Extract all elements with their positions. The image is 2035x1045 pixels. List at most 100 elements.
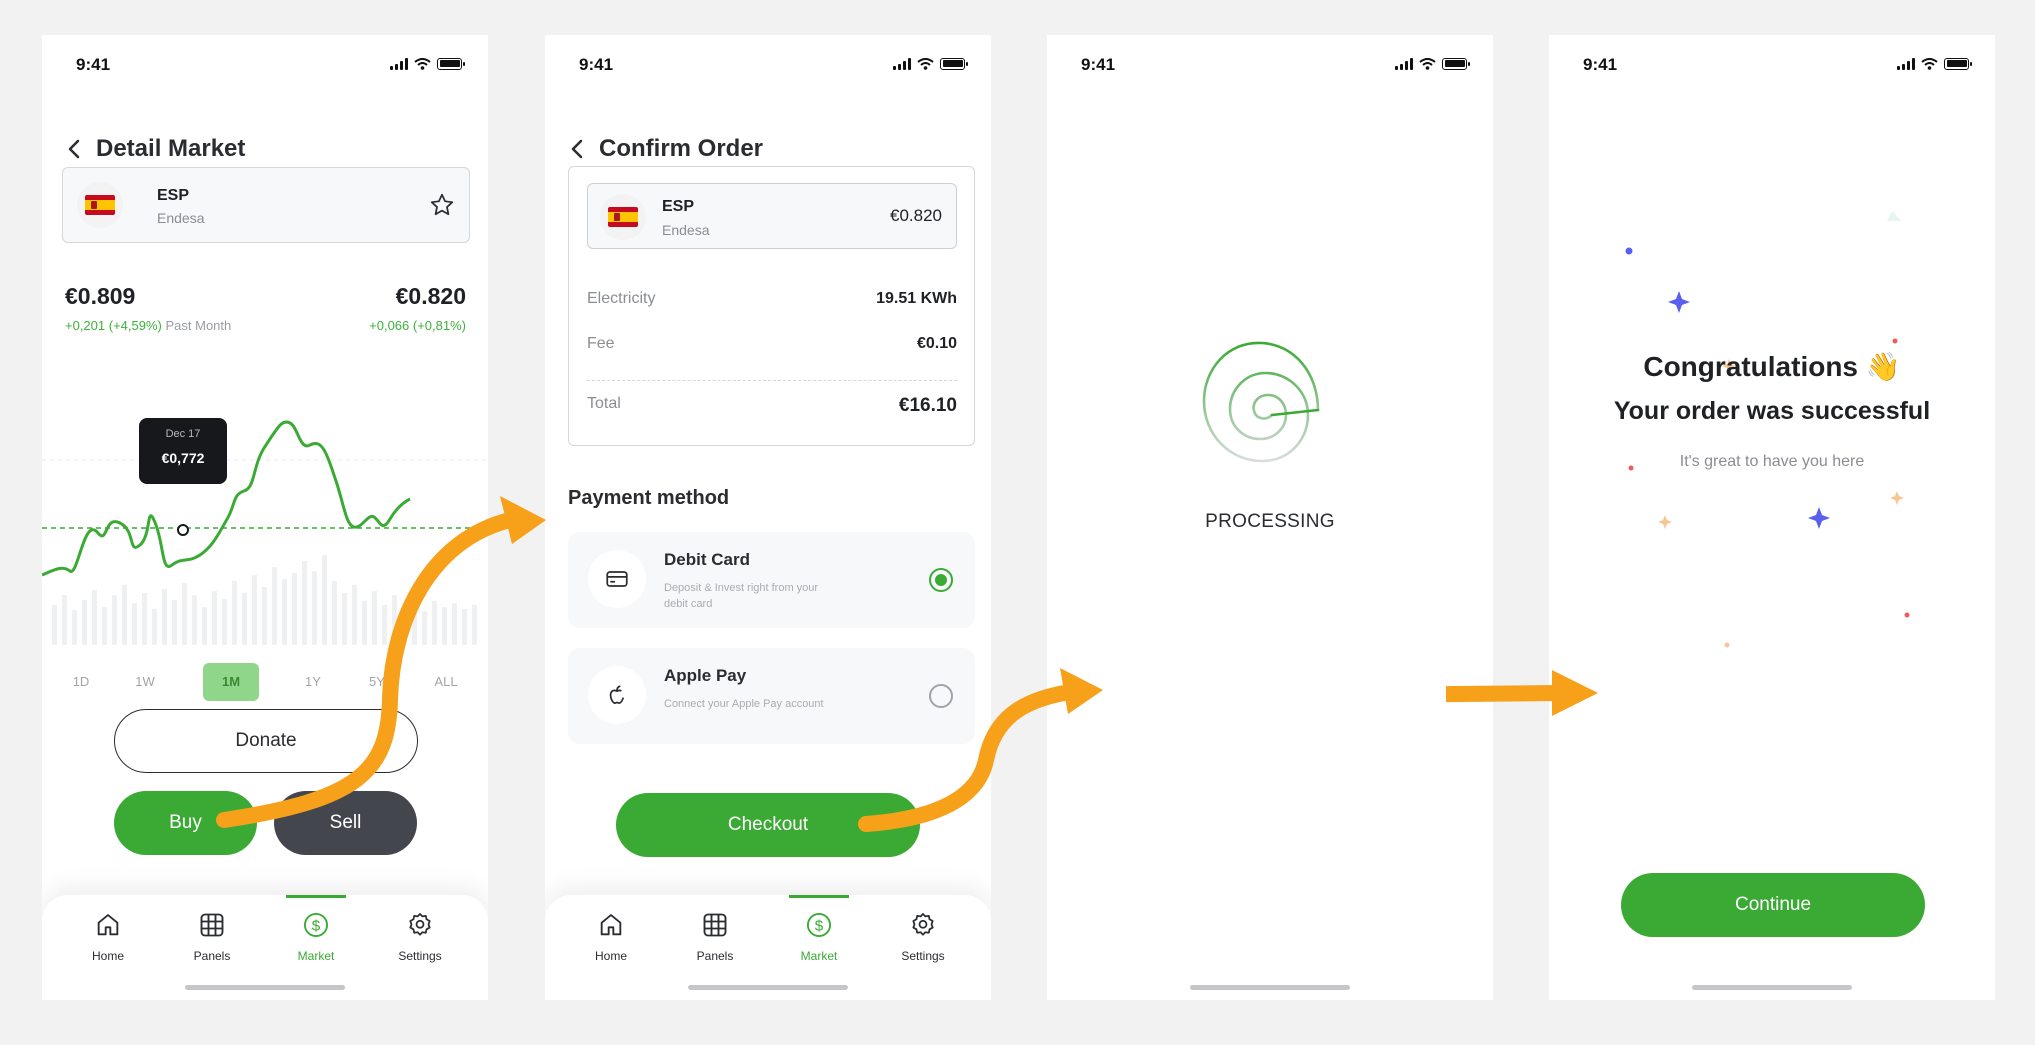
back-icon[interactable]	[571, 139, 585, 159]
status-time: 9:41	[1081, 55, 1116, 74]
home-icon	[97, 914, 119, 936]
tab-home[interactable]: Home	[56, 895, 160, 979]
price-chart[interactable]	[42, 395, 488, 655]
grid-icon	[703, 913, 727, 937]
asset-card[interactable]: ESP Endesa	[62, 167, 470, 243]
asset-price: €0.820	[890, 206, 942, 225]
buy-button[interactable]: Buy	[114, 791, 257, 855]
signal-icon	[1897, 57, 1915, 70]
payment-option-apple-pay[interactable]: Apple Pay Connect your Apple Pay account	[568, 648, 975, 744]
tab-home[interactable]: Home	[559, 895, 663, 979]
row-label: Total	[587, 395, 621, 412]
tab-label: Panels	[696, 949, 734, 963]
row-value: €0.10	[916, 335, 957, 352]
radio-selected[interactable]	[929, 568, 953, 592]
price-change-right: +0,066 (+0,81%)	[369, 318, 466, 333]
range-1m[interactable]: 1M	[203, 663, 259, 701]
payment-title: Debit Card	[664, 550, 750, 569]
range-5y[interactable]: 5Y	[369, 663, 385, 701]
success-subtitle: It's great to have you here	[1679, 453, 1865, 470]
status-bar: 9:41	[42, 53, 488, 79]
radio-unselected[interactable]	[929, 684, 953, 708]
tooltip-value: €0,772	[161, 450, 205, 466]
payment-option-debit-card[interactable]: Debit Card Deposit & Invest right from y…	[568, 532, 975, 628]
success-screen: 9:41 Congratulations 👋 Your order was su…	[1549, 35, 1995, 1000]
chart-marker	[177, 524, 189, 536]
wifi-icon	[917, 57, 934, 70]
svg-text:$: $	[312, 917, 321, 934]
battery-icon	[1442, 57, 1470, 70]
gear-icon	[409, 913, 431, 936]
grid-icon	[200, 913, 224, 937]
chart-tooltip: Dec 17 €0,772	[139, 418, 227, 484]
tab-label: Market	[800, 949, 838, 963]
range-1y[interactable]: 1Y	[305, 663, 321, 701]
card-icon	[606, 571, 628, 587]
order-row-electricity: Electricity 19.51 KWh	[587, 290, 957, 308]
processing-spinner-icon	[1202, 341, 1320, 463]
range-1d[interactable]: 1D	[73, 663, 90, 701]
payment-title: Apple Pay	[664, 666, 747, 685]
star-icon[interactable]	[429, 192, 455, 218]
spain-flag-icon	[77, 182, 123, 228]
wifi-icon	[414, 57, 431, 70]
home-indicator	[688, 985, 848, 990]
row-label: Fee	[587, 335, 615, 352]
status-time: 9:41	[579, 55, 614, 74]
page-header: Detail Market	[68, 135, 245, 163]
continue-button[interactable]: Continue	[1621, 873, 1925, 937]
tab-bar: Home Panels $ Market Settings	[42, 895, 488, 1000]
tab-settings[interactable]: Settings	[871, 895, 975, 979]
tab-market[interactable]: $ Market	[264, 895, 368, 979]
svg-text:$: $	[815, 917, 824, 934]
tab-market[interactable]: $ Market	[767, 895, 871, 979]
tab-panels[interactable]: Panels	[160, 895, 264, 979]
price-value-left: €0.809	[65, 283, 136, 309]
home-icon	[600, 914, 622, 936]
asset-code: ESP	[157, 187, 190, 204]
tooltip-date: Dec 17	[165, 428, 201, 440]
range-all[interactable]: ALL	[434, 663, 457, 701]
battery-icon	[437, 57, 465, 70]
processing-screen: 9:41 PROCESSING	[1047, 35, 1493, 1000]
divider	[587, 380, 957, 381]
donate-button[interactable]: Donate	[114, 709, 418, 773]
checkout-button[interactable]: Checkout	[616, 793, 920, 857]
back-icon[interactable]	[68, 139, 82, 159]
payment-desc: Connect your Apple Pay account	[664, 698, 824, 710]
price-period: Past Month	[165, 318, 232, 333]
battery-icon	[940, 57, 968, 70]
tab-panels[interactable]: Panels	[663, 895, 767, 979]
payment-desc: Deposit & Invest right from your debit c…	[664, 582, 819, 610]
row-value: €16.10	[898, 395, 957, 416]
asset-code: ESP	[662, 198, 695, 215]
page-header: Confirm Order	[571, 135, 763, 163]
signal-icon	[893, 57, 911, 70]
payment-method-title: Payment method	[568, 487, 730, 509]
confirm-order-screen: 9:41 Confirm Order ESP Endesa €0.820 Ele…	[545, 35, 991, 1000]
sell-button[interactable]: Sell	[274, 791, 417, 855]
order-row-fee: Fee €0.10	[587, 335, 957, 353]
battery-icon	[1944, 57, 1972, 70]
tab-settings[interactable]: Settings	[368, 895, 472, 979]
wifi-icon	[1419, 57, 1436, 70]
signal-icon	[390, 57, 408, 70]
row-label: Electricity	[587, 290, 656, 307]
tab-label: Settings	[398, 949, 442, 963]
volume-bars	[52, 555, 477, 645]
status-time: 9:41	[1583, 55, 1618, 74]
tab-label: Home	[91, 949, 124, 963]
gear-icon	[912, 913, 934, 936]
price-change-left: +0,201 (+4,59%)	[65, 318, 162, 333]
dollar-circle-icon: $	[806, 912, 832, 938]
congrats-heading: Congratulations 👋	[1643, 351, 1901, 382]
processing-label: PROCESSING	[1205, 511, 1335, 532]
signal-icon	[1395, 57, 1413, 70]
order-asset-card: ESP Endesa €0.820	[587, 183, 957, 249]
tab-bar: Home Panels $ Market Settings	[545, 895, 991, 1000]
home-indicator	[185, 985, 345, 990]
status-bar: 9:41	[1549, 53, 1995, 79]
status-time: 9:41	[76, 55, 111, 74]
range-1w[interactable]: 1W	[135, 663, 155, 701]
price-left: €0.809 +0,201 (+4,59%) Past Month	[65, 283, 231, 333]
